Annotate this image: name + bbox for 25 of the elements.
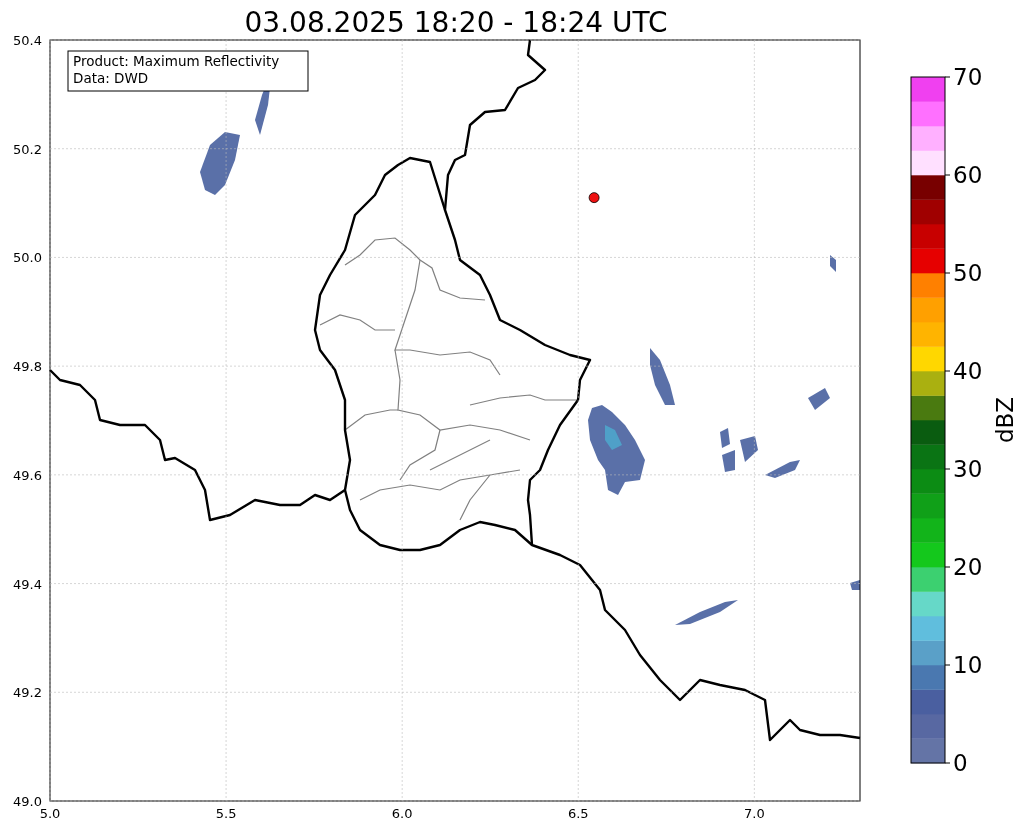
- chart-title: 03.08.2025 18:20 - 18:24 UTC: [244, 6, 668, 39]
- x-tick-label: 5.0: [39, 806, 61, 821]
- colorbar-tick-label: 10: [953, 652, 983, 678]
- y-tick-label: 49.0: [13, 794, 42, 809]
- info-text: Product: Maximum Reflectivity: [73, 53, 280, 69]
- y-tick-label: 49.2: [13, 685, 42, 701]
- colorbar-tick-label: 50: [953, 260, 983, 286]
- x-tick-label: 5.5: [215, 806, 237, 821]
- y-tick-label: 49.6: [13, 467, 42, 483]
- y-tick-label: 50.4: [13, 33, 42, 48]
- y-tick-label: 50.0: [13, 250, 42, 266]
- colorbar-tick-label: 0: [953, 750, 968, 776]
- y-tick-label: 49.8: [13, 359, 42, 375]
- colorbar-tick-label: 30: [953, 456, 983, 482]
- colorbar-tick-label: 60: [953, 162, 983, 188]
- colorbar-tick-label: 40: [953, 358, 983, 384]
- colorbar-label: dBZ: [992, 396, 1018, 444]
- colorbar-tick-label: 70: [953, 64, 983, 90]
- y-tick-label: 49.4: [13, 576, 42, 592]
- y-tick-label: 50.2: [13, 141, 42, 157]
- x-tick-label: 6.5: [567, 806, 589, 821]
- x-tick-label: 6.0: [391, 806, 413, 821]
- x-tick-label: 7.0: [744, 806, 765, 821]
- info-text: Data: DWD: [73, 70, 149, 86]
- colorbar-tick-label: 20: [953, 554, 983, 580]
